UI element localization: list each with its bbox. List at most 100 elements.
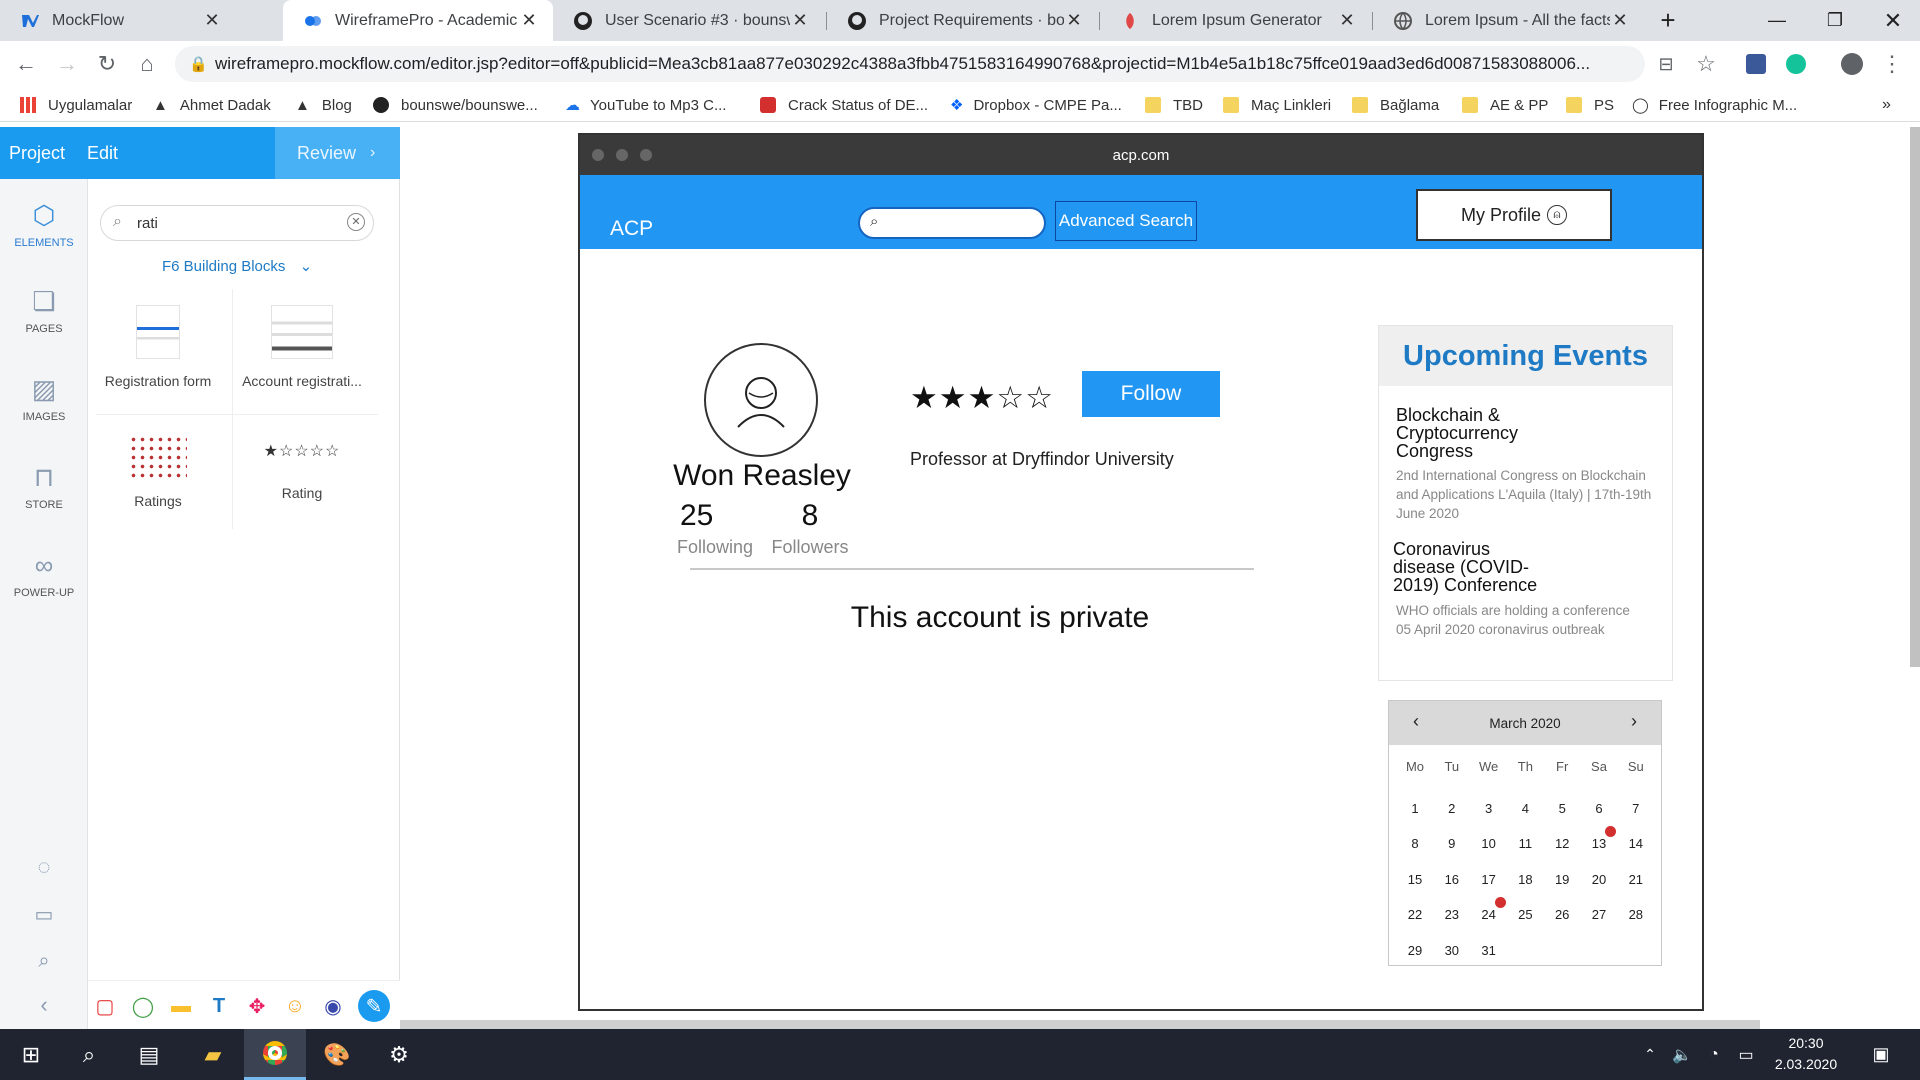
calendar-day[interactable]: 31 bbox=[1471, 943, 1507, 958]
emoji-tool-icon[interactable]: ☺ bbox=[282, 993, 308, 1019]
star-filled-icon[interactable]: ★ bbox=[968, 380, 997, 415]
close-icon[interactable]: ✕ bbox=[1610, 10, 1630, 31]
star-empty-icon[interactable]: ☆ bbox=[1025, 380, 1054, 415]
collapse-icon[interactable]: ‹ bbox=[0, 989, 88, 1027]
event-title[interactable]: Blockchain & Cryptocurrency Congress bbox=[1396, 406, 1556, 460]
search-icon[interactable]: ⌕ bbox=[58, 1029, 120, 1080]
bookmark-ahmet[interactable]: ▲ Ahmet Dadak bbox=[153, 94, 271, 116]
calendar-day[interactable]: 28 bbox=[1618, 907, 1654, 922]
calendar-day[interactable]: 12 bbox=[1544, 836, 1580, 851]
bookmark-crack-status[interactable]: Crack Status of DE... bbox=[760, 94, 928, 116]
site-logo[interactable]: ACP bbox=[610, 217, 653, 241]
event-title[interactable]: Coronavirus disease (COVID-2019) Confere… bbox=[1393, 540, 1553, 594]
account-icon[interactable] bbox=[1836, 48, 1868, 80]
rectangle-tool-icon[interactable]: ▢ bbox=[92, 993, 118, 1019]
grammarly-icon[interactable] bbox=[1780, 48, 1812, 80]
library-dropdown[interactable]: F6 Building Blocks ⌄ bbox=[162, 257, 312, 275]
move-tool-icon[interactable]: ✥ bbox=[244, 993, 270, 1019]
calendar-day[interactable]: 21 bbox=[1618, 872, 1654, 887]
home-button[interactable]: ⌂ bbox=[131, 48, 163, 80]
calendar-day[interactable]: 6 bbox=[1581, 801, 1617, 816]
star-filled-icon[interactable]: ★ bbox=[939, 380, 968, 415]
calendar-day[interactable]: 17 bbox=[1471, 872, 1507, 887]
tab-lorem-generator[interactable]: Lorem Ipsum Generator ✕ bbox=[1100, 0, 1371, 41]
bookmark-youtube-mp3[interactable]: ☁ YouTube to Mp3 C... bbox=[565, 94, 726, 116]
minimize-button[interactable]: — bbox=[1748, 0, 1806, 41]
tab-mockflow[interactable]: MockFlow ✕ bbox=[0, 0, 236, 41]
library-item-rating[interactable]: ★☆☆☆☆ Rating bbox=[232, 429, 372, 501]
clear-search-icon[interactable]: ✕ bbox=[347, 213, 365, 231]
url-bar[interactable]: 🔒 wireframepro.mockflow.com/editor.jsp?e… bbox=[175, 46, 1645, 82]
calendar-day[interactable]: 24 bbox=[1471, 907, 1507, 922]
line-tool-icon[interactable]: ▬ bbox=[168, 993, 194, 1019]
followers-label[interactable]: Followers bbox=[760, 537, 860, 558]
library-item-registration-form[interactable]: Registration form bbox=[88, 297, 228, 389]
extension-icon[interactable] bbox=[1740, 48, 1772, 80]
calendar-day[interactable]: 25 bbox=[1507, 907, 1543, 922]
calendar-day[interactable]: 16 bbox=[1434, 872, 1470, 887]
file-explorer-icon[interactable]: ▰ bbox=[182, 1029, 244, 1080]
menu-edit[interactable]: Edit bbox=[87, 143, 118, 164]
calendar-day[interactable]: 15 bbox=[1397, 872, 1433, 887]
close-window-button[interactable]: ✕ bbox=[1864, 0, 1920, 41]
menu-dots-icon[interactable]: ⋮ bbox=[1876, 48, 1908, 80]
notifications-icon[interactable]: ▣ bbox=[1856, 1029, 1906, 1080]
library-item-account-registration[interactable]: Account registrati... bbox=[232, 297, 372, 389]
chevron-up-icon[interactable]: ⌃ bbox=[1634, 1029, 1666, 1080]
calendar-day[interactable]: 4 bbox=[1507, 801, 1543, 816]
rail-pages[interactable]: ❏ PAGES bbox=[0, 285, 88, 335]
review-button[interactable]: Review › bbox=[275, 127, 400, 179]
calendar-day[interactable]: 29 bbox=[1397, 943, 1433, 958]
calendar-day[interactable]: 20 bbox=[1581, 872, 1617, 887]
chevron-right-icon[interactable]: › bbox=[1631, 711, 1637, 732]
close-icon[interactable]: ✕ bbox=[1064, 10, 1084, 31]
windows-start-icon[interactable]: ⊞ bbox=[0, 1029, 62, 1080]
new-tab-button[interactable]: + bbox=[1644, 0, 1692, 41]
task-view-icon[interactable]: ▤ bbox=[118, 1029, 180, 1080]
calendar-day[interactable]: 13 bbox=[1581, 836, 1617, 851]
tab-github-requirements[interactable]: Project Requirements · boun ✕ bbox=[827, 0, 1098, 41]
close-icon[interactable]: ✕ bbox=[202, 10, 222, 31]
chrome-icon[interactable] bbox=[244, 1029, 306, 1080]
forward-button[interactable]: → bbox=[51, 48, 83, 80]
calendar-day[interactable]: 10 bbox=[1471, 836, 1507, 851]
battery-icon[interactable]: ▭ bbox=[1730, 1029, 1762, 1080]
wifi-icon[interactable]: ◔ bbox=[1698, 1029, 1730, 1080]
site-search-input[interactable]: ⌕ bbox=[858, 207, 1046, 239]
calendar-day[interactable]: 30 bbox=[1434, 943, 1470, 958]
calendar-day[interactable]: 9 bbox=[1434, 836, 1470, 851]
bookmark-bounswe[interactable]: bounswe/bounswe... bbox=[373, 94, 538, 116]
tab-lorem-facts[interactable]: Lorem Ipsum - All the facts - ✕ bbox=[1373, 0, 1644, 41]
text-tool-icon[interactable]: T bbox=[206, 993, 232, 1019]
site-settings-icon[interactable]: ⊟ bbox=[1650, 48, 1682, 80]
rail-images[interactable]: ▨ IMAGES bbox=[0, 373, 88, 423]
bookmark-baglama[interactable]: Bağlama bbox=[1352, 94, 1439, 116]
restore-button[interactable]: ❐ bbox=[1806, 0, 1864, 41]
calendar-day[interactable]: 14 bbox=[1618, 836, 1654, 851]
star-empty-icon[interactable]: ☆ bbox=[996, 380, 1025, 415]
tab-github-scenario[interactable]: User Scenario #3 · bounswe/ ✕ bbox=[553, 0, 824, 41]
bookmark-tbd[interactable]: TBD bbox=[1145, 94, 1203, 116]
target-tool-icon[interactable]: ◉ bbox=[320, 993, 346, 1019]
bookmark-mac-linkleri[interactable]: Maç Linkleri bbox=[1223, 94, 1331, 116]
bookmarks-overflow-icon[interactable]: » bbox=[1882, 94, 1891, 116]
calendar-day[interactable]: 27 bbox=[1581, 907, 1617, 922]
calendar-day[interactable]: 3 bbox=[1471, 801, 1507, 816]
rail-elements[interactable]: ⬡ ELEMENTS bbox=[0, 199, 88, 249]
bookmark-blog[interactable]: ▲ Blog bbox=[295, 94, 352, 116]
calendar-day[interactable]: 5 bbox=[1544, 801, 1580, 816]
calendar-day[interactable]: 7 bbox=[1618, 801, 1654, 816]
calendar-day[interactable]: 22 bbox=[1397, 907, 1433, 922]
calendar-day[interactable]: 26 bbox=[1544, 907, 1580, 922]
bookmark-ps[interactable]: PS bbox=[1566, 94, 1614, 116]
close-icon[interactable]: ✕ bbox=[790, 10, 810, 31]
calendar-day[interactable]: 19 bbox=[1544, 872, 1580, 887]
calendar-day[interactable]: 23 bbox=[1434, 907, 1470, 922]
reload-button[interactable]: ↻ bbox=[91, 48, 123, 80]
volume-icon[interactable]: 🔈 bbox=[1666, 1029, 1698, 1080]
calendar-day[interactable]: 11 bbox=[1507, 836, 1543, 851]
rail-store[interactable]: ⊓ STORE bbox=[0, 461, 88, 511]
bookmark-ae-pp[interactable]: AE & PP bbox=[1462, 94, 1548, 116]
chat-icon[interactable]: ◌ bbox=[0, 851, 88, 889]
zoom-icon[interactable]: ⌕ bbox=[0, 945, 88, 983]
